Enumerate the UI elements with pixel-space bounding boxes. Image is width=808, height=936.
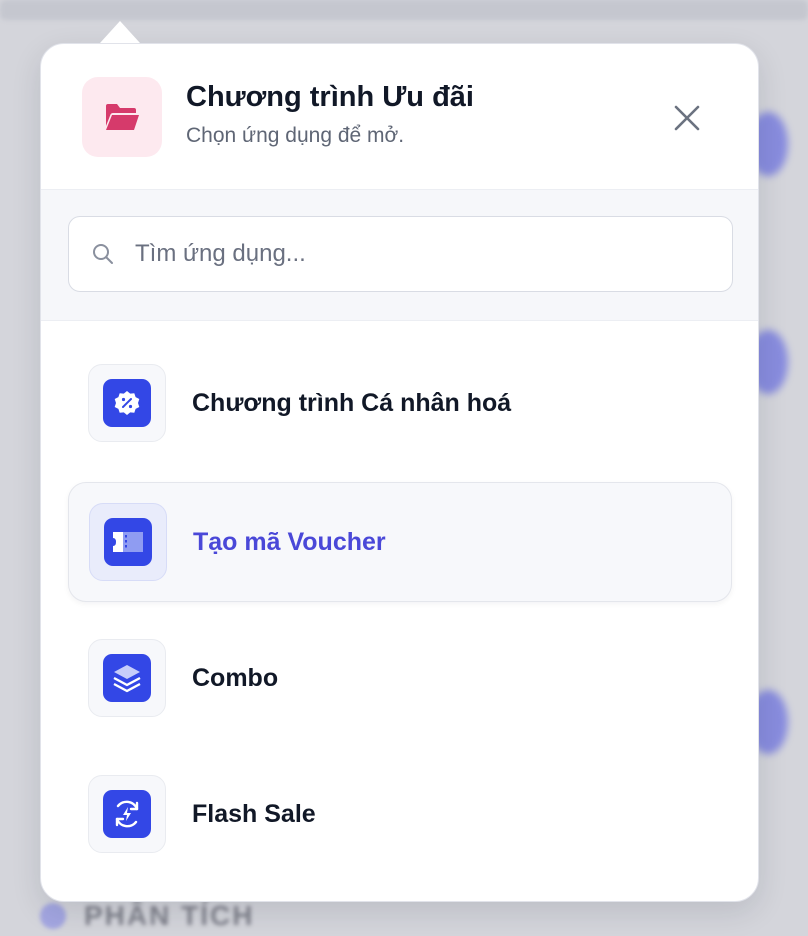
app-icon-tile (88, 364, 166, 442)
app-icon-tile (88, 775, 166, 853)
bg-footer: PHÂN TÍCH (40, 900, 254, 932)
discount-badge-icon (103, 379, 151, 427)
popover-title: Chương trình Ưu đãi (186, 81, 474, 113)
bg-footer-label: PHÂN TÍCH (84, 900, 255, 931)
app-item-voucher[interactable]: Tạo mã Voucher (68, 482, 732, 602)
app-item-label: Chương trình Cá nhân hoá (192, 388, 512, 417)
search-icon (93, 244, 113, 264)
app-item-label: Flash Sale (192, 799, 316, 828)
layers-icon (103, 654, 151, 702)
app-icon-tile (89, 503, 167, 581)
refresh-bolt-icon (103, 790, 151, 838)
bg-bar (0, 0, 808, 20)
app-picker-popover: Chương trình Ưu đãi Chọn ứng dụng để mở. (40, 43, 759, 902)
popover-caret (100, 21, 140, 43)
app-item-flash-sale[interactable]: Flash Sale (68, 754, 732, 874)
close-button[interactable] (667, 98, 707, 138)
folder-open-icon (82, 77, 162, 157)
search-input[interactable] (133, 239, 697, 269)
popover-subtitle: Chọn ứng dụng để mở. (186, 124, 405, 147)
close-icon (674, 105, 700, 131)
app-icon-tile (88, 639, 166, 717)
voucher-ticket-icon (104, 518, 152, 566)
app-item-label: Combo (192, 663, 279, 692)
app-item-ca-nhan-hoa[interactable]: Chương trình Cá nhân hoá (68, 343, 732, 463)
bg-footer-dot (40, 903, 66, 929)
search-box[interactable] (68, 216, 733, 292)
popover-header: Chương trình Ưu đãi Chọn ứng dụng để mở. (41, 44, 758, 190)
search-section (41, 190, 758, 321)
app-item-label: Tạo mã Voucher (193, 527, 386, 556)
app-item-combo[interactable]: Combo (68, 618, 732, 738)
